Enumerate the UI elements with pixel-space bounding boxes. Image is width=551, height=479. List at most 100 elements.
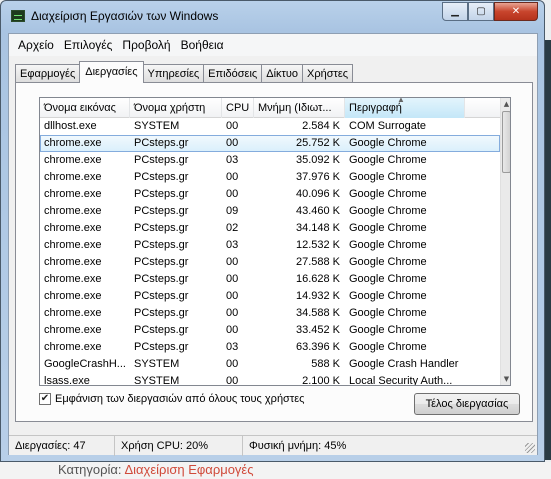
cell-cpu: 00 (226, 290, 239, 302)
cell-memory: 25.752 K (295, 137, 340, 149)
scroll-thumb[interactable] (502, 111, 510, 173)
column-user-name[interactable]: Όνομα χρήστη (130, 98, 222, 118)
tab-applications[interactable]: Εφαρμογές (15, 64, 81, 83)
task-manager-app-icon (11, 10, 25, 22)
cell-image-name: chrome.exe (44, 324, 102, 336)
cell-cpu: 09 (226, 205, 239, 217)
cell-memory: 2.100 K (302, 375, 340, 386)
tab-networking[interactable]: Δίκτυο (261, 64, 303, 83)
cell-cpu: 02 (226, 222, 239, 234)
column-image-name[interactable]: Όνομα εικόνας (40, 98, 130, 118)
cell-description: COM Surrogate (349, 120, 427, 132)
background-category-link[interactable]: Διαχείριση Εφαρμογές (124, 462, 253, 477)
status-bar: Διεργασίες: 47 Χρήση CPU: 20% Φυσική μνή… (9, 435, 537, 456)
minimize-icon: ▁ (451, 6, 459, 17)
menu-help[interactable]: Βοήθεια (176, 38, 229, 52)
cell-cpu: 00 (226, 171, 239, 183)
scroll-up-icon[interactable]: ▲ (501, 98, 510, 110)
cell-memory: 37.976 K (295, 171, 340, 183)
cell-user-name: SYSTEM (134, 120, 180, 132)
cell-description: Google Chrome (349, 239, 427, 251)
tab-strip: Εφαρμογές Διεργασίες Υπηρεσίες Επιδόσεις… (15, 61, 354, 83)
cell-user-name: PCsteps.gr (134, 273, 189, 285)
tab-services[interactable]: Υπηρεσίες (142, 64, 205, 83)
table-row[interactable]: chrome.exe PCsteps.gr 02 34.148 K Google Chr… (40, 220, 500, 237)
column-cpu[interactable]: CPU (222, 98, 254, 118)
table-row[interactable]: chrome.exe PCsteps.gr 00 16.628 K Google Chr… (40, 271, 500, 288)
cell-description: Google Chrome (349, 205, 427, 217)
minimize-button[interactable]: ▁ (442, 2, 468, 21)
show-all-users-option[interactable]: ✔ Εμφάνιση των διεργασιών από όλους τους… (39, 393, 304, 405)
table-row[interactable]: chrome.exe PCsteps.gr 00 27.588 K Google Chr… (40, 254, 500, 271)
cell-description: Google Chrome (349, 273, 427, 285)
cell-image-name: chrome.exe (44, 239, 102, 251)
status-processes: Διεργασίες: 47 (9, 435, 115, 456)
menu-bar: Αρχείο Επιλογές Προβολή Βοήθεια (9, 34, 537, 56)
table-row[interactable]: chrome.exe PCsteps.gr 09 43.460 K Google Chr… (40, 203, 500, 220)
scroll-down-icon[interactable]: ▼ (501, 373, 510, 385)
background-category-text: Κατηγορία: Διαχείριση Εφαρμογές (58, 462, 254, 477)
table-row[interactable]: chrome.exe PCsteps.gr 03 63.396 K Google Chr… (40, 339, 500, 356)
table-row[interactable]: chrome.exe PCsteps.gr 00 37.976 K Google Chr… (40, 169, 500, 186)
cell-user-name: SYSTEM (134, 358, 180, 370)
table-row[interactable]: chrome.exe PCsteps.gr 00 33.452 K Google Chr… (40, 322, 500, 339)
cell-description: Google Chrome (349, 341, 427, 353)
cell-cpu: 00 (226, 256, 239, 268)
cell-image-name: chrome.exe (44, 307, 102, 319)
maximize-button[interactable]: ▢ (468, 2, 494, 21)
cell-memory: 34.148 K (295, 222, 340, 234)
column-description-label: Περιγραφή (349, 102, 402, 114)
cell-cpu: 03 (226, 154, 239, 166)
cell-user-name: PCsteps.gr (134, 324, 189, 336)
caption-buttons: ▁ ▢ ✕ (442, 2, 538, 22)
end-process-button[interactable]: Τέλος διεργασίας (414, 393, 520, 415)
menu-options[interactable]: Επιλογές (59, 38, 118, 52)
table-row[interactable]: dllhost.exe SYSTEM 00 2.584 K COM Surrogate (40, 118, 500, 135)
close-button[interactable]: ✕ (494, 2, 538, 21)
table-row[interactable]: chrome.exe PCsteps.gr 03 12.532 K Google Chr… (40, 237, 500, 254)
vertical-scrollbar[interactable]: ▲ ▼ (500, 98, 510, 385)
cell-cpu: 00 (226, 120, 239, 132)
background-category-line: Κατηγορία: Διαχείριση Εφαρμογές (0, 462, 551, 479)
cell-description: Google Chrome (349, 307, 427, 319)
cell-user-name: PCsteps.gr (134, 256, 189, 268)
resize-grip-icon[interactable] (525, 443, 535, 453)
table-row[interactable]: chrome.exe PCsteps.gr 00 14.932 K Google Chr… (40, 288, 500, 305)
background-category-label: Κατηγορία: (58, 462, 122, 477)
cell-memory: 27.588 K (295, 256, 340, 268)
table-row[interactable]: chrome.exe PCsteps.gr 00 25.752 K Google Chr… (40, 135, 500, 152)
status-physical-memory: Φυσική μνήμη: 45% (249, 439, 347, 452)
client-area: Αρχείο Επιλογές Προβολή Βοήθεια Εφαρμογέ… (8, 33, 538, 456)
cell-image-name: chrome.exe (44, 171, 102, 183)
cell-cpu: 00 (226, 137, 239, 149)
column-memory[interactable]: Μνήμη (Ιδιωτ... (254, 98, 345, 118)
cell-cpu: 00 (226, 188, 239, 200)
tab-users[interactable]: Χρήστες (302, 64, 354, 83)
cell-description: Google Chrome (349, 222, 427, 234)
show-all-users-checkbox[interactable]: ✔ (39, 393, 51, 405)
cell-description: Local Security Auth... (349, 375, 453, 386)
table-row[interactable]: chrome.exe PCsteps.gr 00 40.096 K Google Chr… (40, 186, 500, 203)
table-row[interactable]: GoogleCrashH... SYSTEM 00 588 K Google Crash… (40, 356, 500, 373)
cell-memory: 40.096 K (295, 188, 340, 200)
cell-memory: 12.532 K (295, 239, 340, 251)
menu-view[interactable]: Προβολή (117, 38, 175, 52)
cell-cpu: 00 (226, 307, 239, 319)
tab-processes[interactable]: Διεργασίες (79, 61, 144, 83)
menu-file[interactable]: Αρχείο (13, 38, 59, 52)
cell-user-name: PCsteps.gr (134, 137, 189, 149)
background-edge (545, 40, 551, 460)
cell-description: Google Chrome (349, 256, 427, 268)
column-description[interactable]: ▲ Περιγραφή (345, 98, 465, 118)
title-bar[interactable]: Διαχείριση Εργασιών των Windows ▁ ▢ ✕ (1, 1, 544, 31)
table-row[interactable]: chrome.exe PCsteps.gr 00 34.588 K Google Chr… (40, 305, 500, 322)
cell-image-name: chrome.exe (44, 341, 102, 353)
table-row[interactable]: chrome.exe PCsteps.gr 03 35.092 K Google Chr… (40, 152, 500, 169)
cell-image-name: chrome.exe (44, 273, 102, 285)
tab-performance[interactable]: Επιδόσεις (203, 64, 263, 83)
table-row[interactable]: lsass.exe SYSTEM 00 2.100 K Local Security A… (40, 373, 500, 386)
cell-image-name: chrome.exe (44, 154, 102, 166)
cell-cpu: 00 (226, 324, 239, 336)
process-list[interactable]: Όνομα εικόνας Όνομα χρήστη CPU Μνήμη (Ιδ… (39, 97, 511, 386)
cell-memory: 14.932 K (295, 290, 340, 302)
